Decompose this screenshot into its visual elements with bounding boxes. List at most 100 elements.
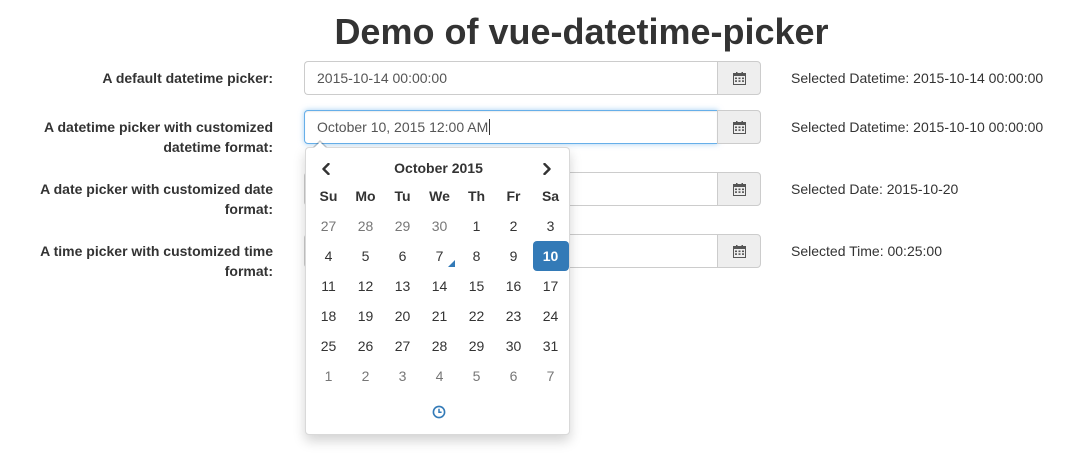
field-label: A date picker with customized date forma… [23,179,273,219]
day-cell[interactable]: 31 [532,331,569,361]
day-number: 20 [394,308,411,324]
calendar-addon-button[interactable] [717,234,761,268]
day-cell[interactable]: 4 [310,241,347,271]
day-cell[interactable]: 7 [532,361,569,391]
day-cell[interactable]: 22 [458,301,495,331]
day-cell[interactable]: 2 [347,361,384,391]
day-cell[interactable]: 27 [310,211,347,241]
day-cell[interactable]: 15 [458,271,495,301]
day-cell[interactable]: 6 [384,241,421,271]
calendar-week-row: 18 19 20 21 22 23 24 [310,301,569,331]
today-day-cell[interactable]: 7 [421,241,458,271]
weekday-header: Th [467,188,486,204]
default-datetime-input[interactable]: 2015-10-14 00:00:00 [304,61,718,95]
weekday-header: We [429,188,450,204]
datepicker-dropdown: October 2015 Su Mo Tu We Th Fr Sa 27 28 29 30 1 2 3 4… [305,140,571,435]
day-cell[interactable]: 13 [384,271,421,301]
day-number: 1 [324,368,333,384]
selected-datetime-text: Selected Datetime: 2015-10-14 00:00:00 [791,70,1044,86]
calendar-icon [732,71,746,85]
page-title: Demo of vue-datetime-picker [334,11,829,52]
calendar-addon-button[interactable] [717,110,761,144]
field-label-line: A datetime picker with customized [44,119,273,135]
field-label-line: format: [224,263,273,279]
datetime-input-group: October 10, 2015 12:00 AM [304,110,761,144]
day-number: 15 [468,278,485,294]
day-cell[interactable]: 14 [421,271,458,301]
day-cell[interactable]: 3 [532,211,569,241]
calendar-grid: Su Mo Tu We Th Fr Sa 27 28 29 30 1 2 3 4 5 6 7 8 9 10 11 12 13… [310,181,569,391]
day-cell[interactable]: 25 [310,331,347,361]
next-month-button[interactable] [533,156,561,182]
day-cell[interactable]: 18 [310,301,347,331]
day-number: 22 [468,308,485,324]
text-cursor [489,119,491,135]
day-cell[interactable]: 9 [495,241,532,271]
day-cell[interactable]: 6 [495,361,532,391]
calendar-header: October 2015 [306,154,571,182]
day-cell[interactable]: 3 [384,361,421,391]
calendar-addon-button[interactable] [717,172,761,206]
weekday-header: Su [319,188,338,204]
field-label: A datetime picker with customized dateti… [23,117,273,157]
day-cell[interactable]: 30 [421,211,458,241]
day-number: 21 [431,308,448,324]
calendar-week-row: 11 12 13 14 15 16 17 [310,271,569,301]
day-number: 25 [320,338,337,354]
day-cell[interactable]: 17 [532,271,569,301]
day-cell[interactable]: 27 [384,331,421,361]
day-cell[interactable]: 1 [458,211,495,241]
day-number: 7 [422,241,458,271]
month-title[interactable]: October 2015 [366,158,511,178]
day-cell[interactable]: 2 [495,211,532,241]
day-number: 26 [357,338,374,354]
weekday-header: Fr [506,188,521,204]
day-cell[interactable]: 24 [532,301,569,331]
day-cell[interactable]: 4 [421,361,458,391]
day-cell[interactable]: 28 [421,331,458,361]
day-cell[interactable]: 26 [347,331,384,361]
day-cell[interactable]: 30 [495,331,532,361]
day-number: 17 [542,278,559,294]
day-cell[interactable]: 28 [347,211,384,241]
prev-month-button[interactable] [312,156,340,182]
day-number: 19 [357,308,374,324]
day-cell[interactable]: 5 [347,241,384,271]
day-number: 29 [394,218,411,234]
selected-day-cell[interactable]: 10 [532,241,569,271]
day-cell[interactable]: 21 [421,301,458,331]
day-number: 30 [505,338,522,354]
day-cell[interactable]: 20 [384,301,421,331]
weekday-header: Tu [394,188,411,204]
day-number: 4 [324,248,333,264]
day-number: 9 [509,248,518,264]
day-number: 28 [357,218,374,234]
day-cell[interactable]: 16 [495,271,532,301]
day-number: 31 [542,338,559,354]
custom-datetime-input[interactable]: October 10, 2015 12:00 AM [304,110,718,144]
day-cell[interactable]: 1 [310,361,347,391]
day-number: 3 [398,368,407,384]
day-cell[interactable]: 29 [384,211,421,241]
day-cell[interactable]: 5 [458,361,495,391]
day-cell[interactable]: 19 [347,301,384,331]
calendar-icon [732,244,746,258]
calendar-addon-button[interactable] [717,61,761,95]
day-number: 10 [532,241,569,271]
day-number: 1 [472,218,481,234]
field-label: A time picker with customized time forma… [23,241,273,281]
day-cell[interactable]: 11 [310,271,347,301]
day-cell[interactable]: 12 [347,271,384,301]
calendar-week-row: 25 26 27 28 29 30 31 [310,331,569,361]
day-number: 11 [321,278,336,294]
day-cell[interactable]: 23 [495,301,532,331]
weekday-header: Sa [541,188,560,204]
day-number: 3 [546,218,555,234]
chevron-right-icon [543,163,551,175]
day-number: 4 [435,368,444,384]
time-picker-toggle[interactable] [306,400,571,424]
day-cell[interactable]: 8 [458,241,495,271]
calendar-icon [732,120,746,134]
day-cell[interactable]: 29 [458,331,495,361]
weekday-header: Mo [355,188,376,204]
